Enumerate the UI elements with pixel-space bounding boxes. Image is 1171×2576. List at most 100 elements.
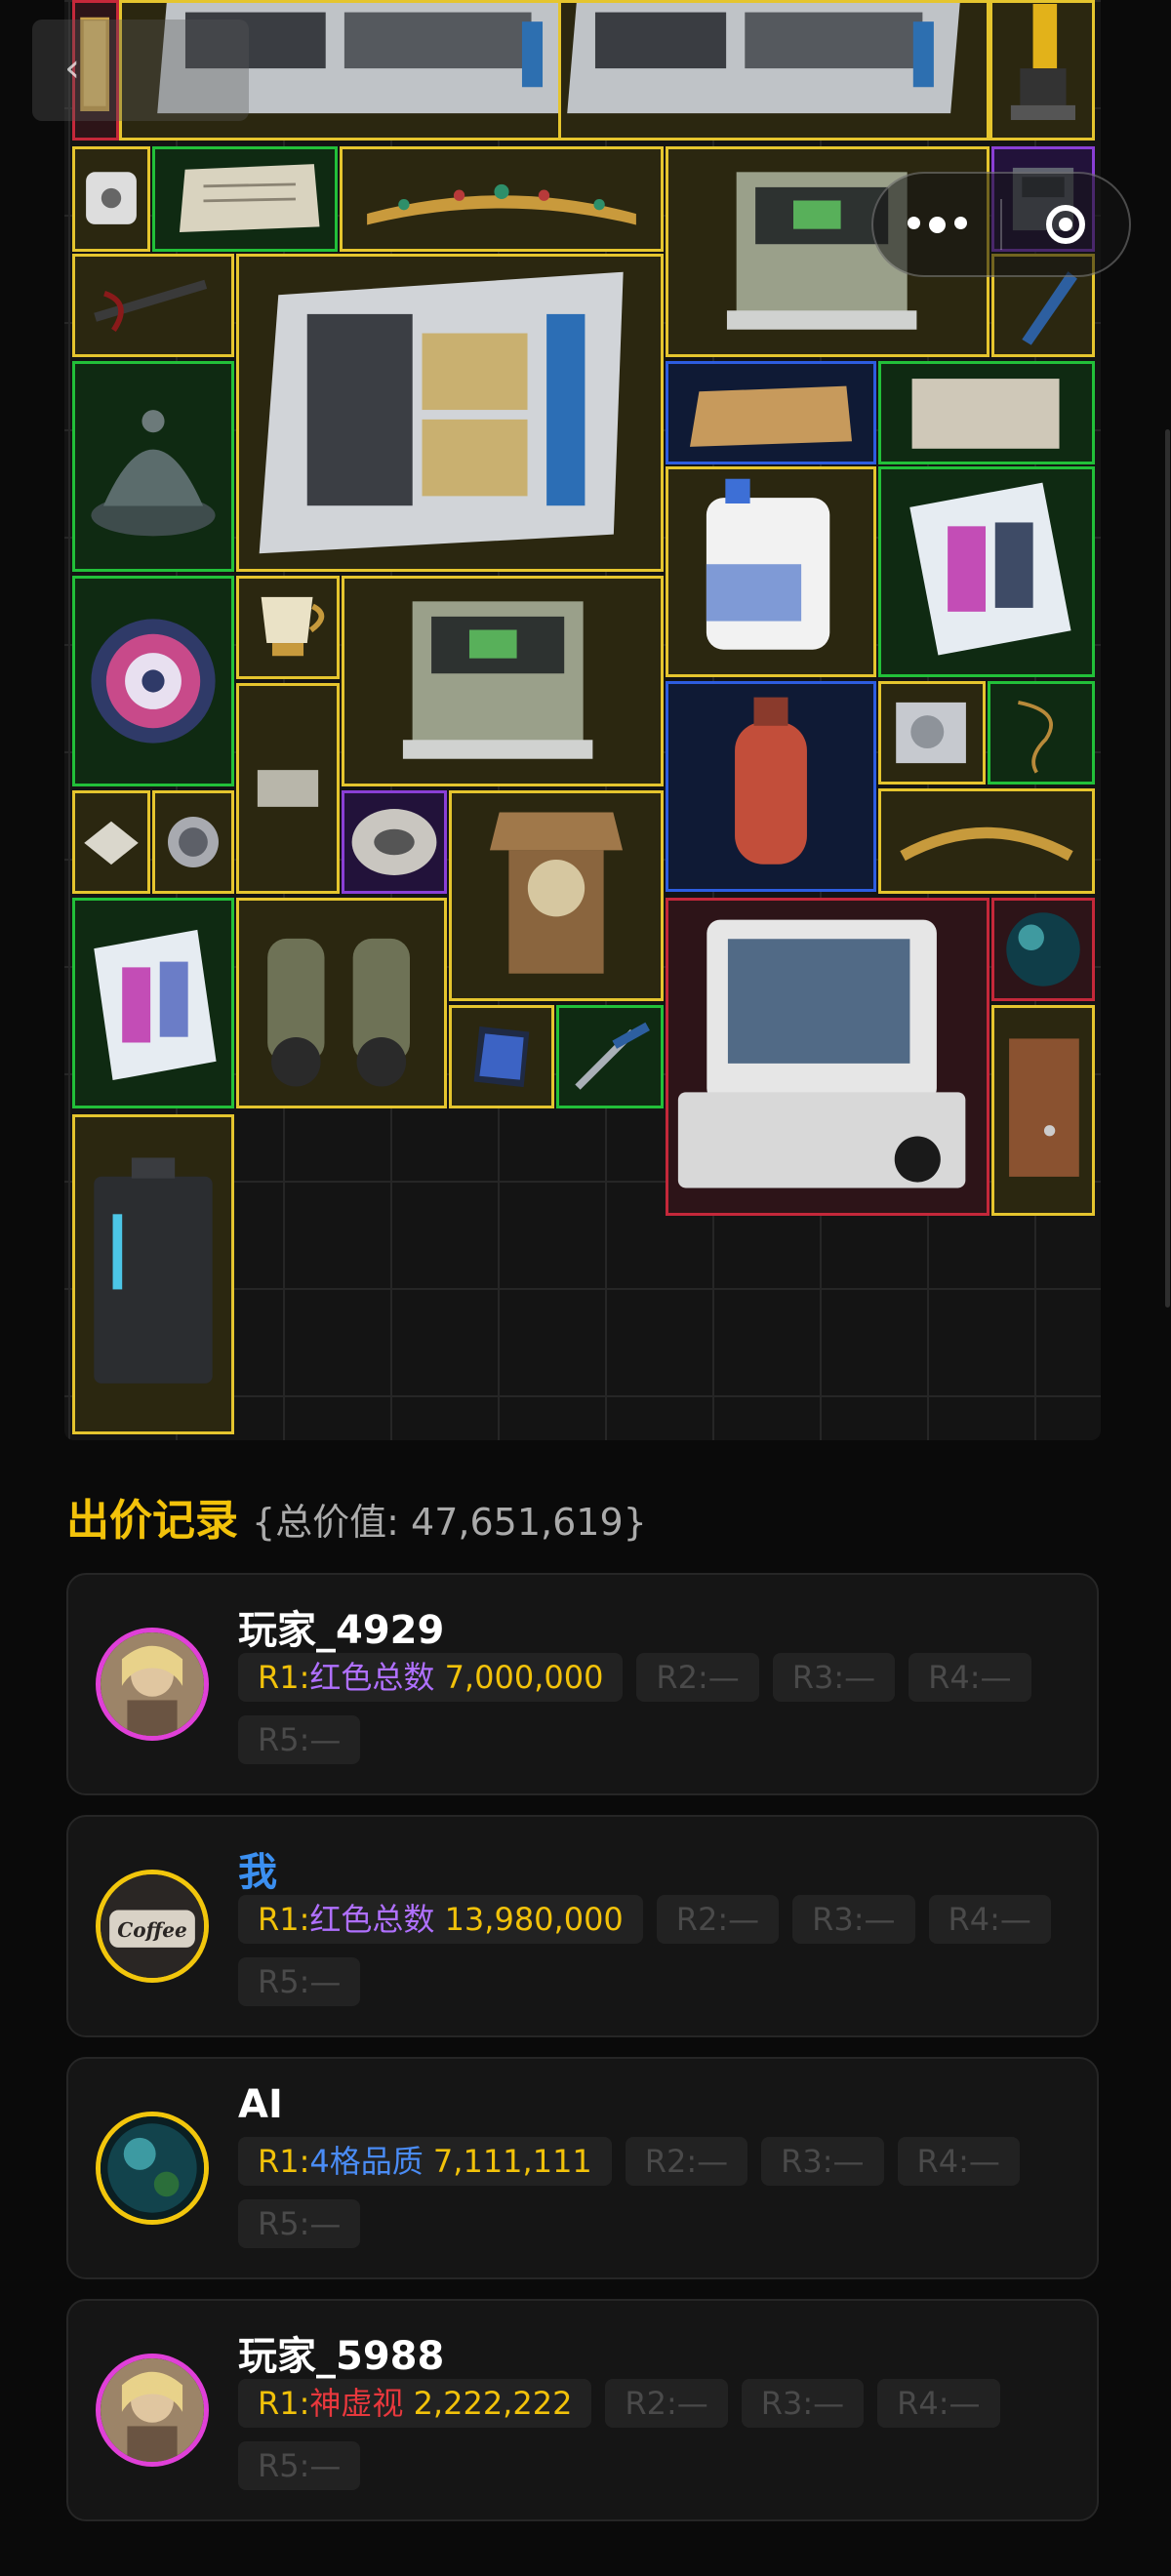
equipment-case-item[interactable] [72, 1114, 234, 1434]
round-chip-r3: R3:— [792, 1895, 915, 1944]
hard-drive-item[interactable] [878, 681, 986, 785]
map-icon [911, 379, 1060, 449]
crossbow-icon [94, 279, 208, 333]
round-chip-r4: R4:— [928, 1895, 1051, 1944]
back-arrow-icon: ‹ [64, 46, 80, 91]
hdd-icon [896, 702, 966, 764]
letter-icon [179, 164, 320, 232]
round-chip-r3: R3:— [761, 2137, 884, 2186]
binoculars-icon [267, 938, 410, 1087]
jug-icon [706, 478, 830, 650]
bid-card: 玩家_5988 R1:神虚视 2,222,222 R2:— R3:— R4:— R5:— [66, 2299, 1099, 2521]
binoculars-item[interactable] [236, 898, 447, 1108]
round-chip-r1: R1:4格品质 7,111,111 [238, 2137, 612, 2186]
round-chip-r5: R5:— [238, 2199, 361, 2248]
server-icon [259, 271, 624, 554]
emblem-icon [168, 817, 219, 867]
player-name: 玩家_4929 [238, 1608, 445, 1653]
mini-program-capsule [871, 172, 1131, 277]
necklace-item[interactable] [988, 681, 1095, 785]
plate-icon [91, 619, 216, 744]
leather-journal-item[interactable] [991, 1005, 1095, 1216]
blueprint-icon [257, 770, 319, 807]
round-chip-r4: R4:— [877, 2379, 1000, 2428]
server-item[interactable] [558, 0, 989, 141]
player-avatar-icon [101, 2358, 204, 2462]
detergent-jug-item[interactable] [666, 466, 876, 677]
player-avatar-icon [101, 1632, 204, 1736]
bid-card: Coffee 我 R1:红色总数 13,980,000 R2:— R3:— R4:—R… [66, 1815, 1099, 2037]
avatar[interactable] [96, 2112, 209, 2225]
round-prefix: R1: [258, 1901, 310, 1938]
orb-item[interactable] [991, 898, 1095, 1001]
laurel-icon [900, 826, 1073, 862]
round-chip-r1: R1:红色总数 7,000,000 [238, 1653, 624, 1702]
blueprint-item[interactable] [236, 683, 340, 894]
bid-mode: 红色总数 [309, 1901, 435, 1938]
monitor-icon [677, 919, 966, 1188]
crown-item[interactable] [340, 146, 664, 252]
bid-records-header: 出价记录 {总价值: 47,651,619} [66, 1485, 647, 1546]
magazine-item[interactable] [72, 898, 234, 1108]
bid-rounds: R1:红色总数 7,000,000 R2:— R3:— R4:—R5:— [238, 1653, 1077, 1778]
round-chip-r4: R4:— [897, 2137, 1020, 2186]
mantel-clock-item[interactable] [449, 790, 664, 1001]
round-prefix: R1: [258, 2143, 310, 2180]
journal-icon [1009, 1038, 1079, 1177]
bid-amount: 2,222,222 [413, 2385, 573, 2422]
bid-card: AI R1:4格品质 7,111,111 R2:— R3:— R4:— R5:— [66, 2057, 1099, 2279]
map-scroll-item[interactable] [878, 361, 1095, 464]
round-chip-r3: R3:— [741, 2379, 865, 2428]
bid-card: 玩家_4929 R1:红色总数 7,000,000 R2:— R3:— R4:—R5:… [66, 1573, 1099, 1795]
radio-station-item[interactable] [342, 576, 664, 786]
bid-amount: 7,000,000 [444, 1659, 604, 1696]
gas-cylinder-item[interactable] [666, 681, 876, 892]
bid-rounds: R1:神虚视 2,222,222 R2:— R3:— R4:— R5:— [238, 2379, 1077, 2504]
bid-mode: 4格品质 [309, 2143, 424, 2180]
vinyl-drive-item[interactable] [342, 790, 447, 894]
pliers-item[interactable] [556, 1005, 664, 1108]
medical-monitor-item[interactable] [666, 898, 989, 1216]
crossbow-item[interactable] [72, 254, 234, 357]
smartphone-item[interactable] [449, 1005, 554, 1108]
round-chip-r5: R5:— [238, 1715, 361, 1764]
bid-mode: 神虚视 [309, 2385, 404, 2422]
more-dots-icon[interactable] [873, 216, 1000, 233]
magazine-icon [909, 482, 1071, 656]
laurel-crown-item[interactable] [878, 788, 1095, 894]
avatar[interactable] [96, 2354, 209, 2467]
server-icon [567, 3, 960, 114]
plate-item[interactable] [72, 576, 234, 786]
necklace-icon [1018, 701, 1053, 774]
emblem-item[interactable] [152, 790, 234, 894]
coffee-avatar-icon: Coffee [101, 1874, 204, 1978]
round-chip-r1: R1:红色总数 13,980,000 [238, 1895, 643, 1944]
server-large-item[interactable] [236, 254, 664, 572]
gas-cylinder-icon [735, 697, 807, 865]
bid-records-title: 出价记录 [66, 1496, 238, 1546]
tajine-item[interactable] [72, 361, 234, 572]
avatar[interactable]: Coffee [96, 1870, 209, 1983]
orb-icon [1006, 912, 1080, 986]
player-name: AI [238, 2082, 283, 2127]
bid-amount: 7,111,111 [432, 2143, 592, 2180]
cube-item[interactable] [72, 146, 150, 252]
magazine-item[interactable] [878, 466, 1095, 677]
chip-item[interactable] [72, 790, 150, 894]
radio-station-icon [402, 601, 593, 759]
bid-amount: 13,980,000 [444, 1901, 624, 1938]
bid-rounds: R1:红色总数 13,980,000 R2:— R3:— R4:— R5:— [238, 1895, 1077, 2020]
hydraulic-item[interactable] [989, 0, 1095, 141]
target-close-icon[interactable] [1002, 205, 1129, 244]
honeycomb-panel-item[interactable] [666, 361, 876, 464]
golden-cup-item[interactable] [236, 576, 340, 679]
avatar[interactable] [96, 1628, 209, 1741]
scrollbar-thumb[interactable] [1165, 429, 1170, 1308]
bid-mode: 红色总数 [309, 1659, 435, 1696]
player-name: 我 [238, 1850, 277, 1895]
round-prefix: R1: [258, 1659, 310, 1696]
chip-icon [84, 821, 139, 865]
round-chip-r1: R1:神虚视 2,222,222 [238, 2379, 592, 2428]
disk-icon [351, 809, 437, 875]
letter-item[interactable] [152, 146, 338, 252]
